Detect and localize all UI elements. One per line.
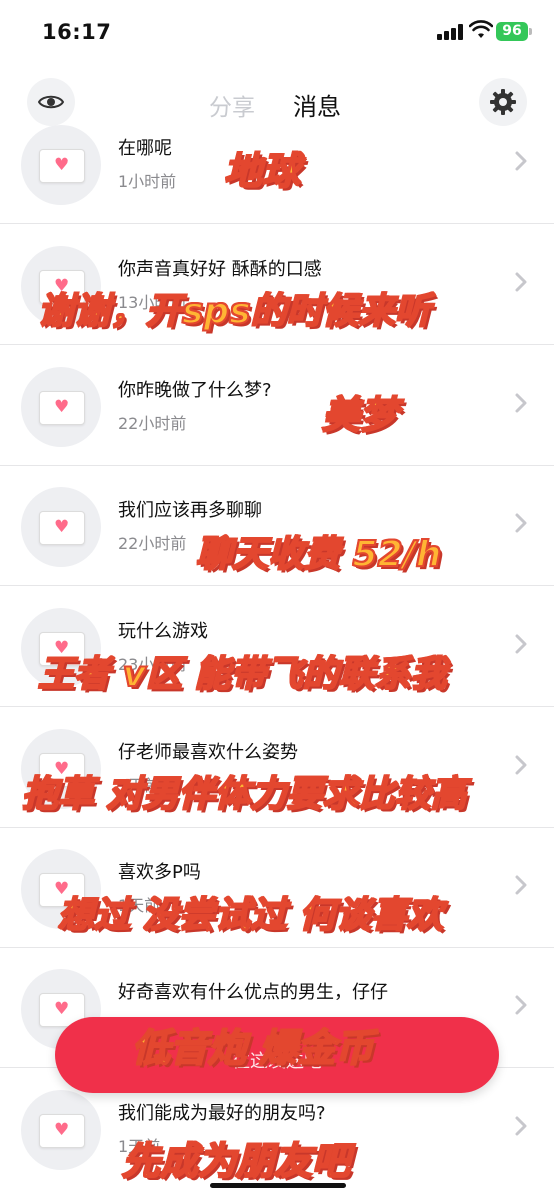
answer-caption: 抱草 对男伴体力要求比较高 xyxy=(21,773,468,816)
battery-cap xyxy=(529,28,532,35)
home-indicator xyxy=(210,1183,346,1188)
message-text: 仔老师最喜欢什么姿势 xyxy=(118,742,298,763)
chevron-right-icon xyxy=(515,995,527,1015)
message-text: 你声音真好好 酥酥的口感 xyxy=(118,259,322,280)
chevron-right-icon xyxy=(515,634,527,654)
envelope-heart-icon: ♥ xyxy=(39,391,85,425)
answer-caption: 先成为朋友吧 xyxy=(121,1138,351,1184)
answer-caption: 聊天收费 52/h xyxy=(195,533,442,576)
divider xyxy=(0,585,554,586)
envelope-heart-icon: ♥ xyxy=(39,1114,85,1148)
battery-indicator: 96 xyxy=(496,22,528,41)
answer-caption: 地球 xyxy=(223,148,301,194)
envelope-heart-icon: ♥ xyxy=(39,511,85,545)
avatar: ♥ xyxy=(21,367,101,447)
message-text: 我们能成为最好的朋友吗? xyxy=(118,1103,326,1124)
message-text: 喜欢多P吗 xyxy=(118,862,201,883)
message-text: 玩什么游戏 xyxy=(118,621,208,642)
chevron-right-icon xyxy=(515,1116,527,1136)
message-row[interactable]: ♥ 你昨晚做了什么梦? 22小时前 xyxy=(0,346,554,466)
answer-caption: 低音炮 爆金币 xyxy=(131,1025,374,1071)
status-bar: 16:17 96 xyxy=(0,0,554,64)
chevron-right-icon xyxy=(515,151,527,171)
message-text: 我们应该再多聊聊 xyxy=(118,500,262,521)
message-time: 22小时前 xyxy=(118,414,187,433)
answer-caption: 谢谢，开sps的时候来听 xyxy=(37,290,432,333)
answer-caption: 王者 v区 能带飞的联系我 xyxy=(37,653,448,696)
divider xyxy=(0,223,554,224)
divider xyxy=(0,706,554,707)
chevron-right-icon xyxy=(515,755,527,775)
message-text: 在哪呢 xyxy=(118,138,172,159)
avatar: ♥ xyxy=(21,487,101,567)
answer-caption: 美梦 xyxy=(321,392,399,438)
message-time: 22小时前 xyxy=(118,534,187,553)
answer-caption: 想过 没尝试过 何谈喜欢 xyxy=(57,894,444,937)
envelope-heart-icon: ♥ xyxy=(39,149,85,183)
chevron-right-icon xyxy=(515,393,527,413)
cellular-signal-icon xyxy=(437,24,463,40)
chevron-right-icon xyxy=(515,875,527,895)
status-time: 16:17 xyxy=(42,20,112,44)
message-text: 好奇喜欢有什么优点的男生，仔仔 xyxy=(118,982,388,1003)
avatar: ♥ xyxy=(21,125,101,205)
chevron-right-icon xyxy=(515,513,527,533)
message-time: 1小时前 xyxy=(118,172,177,191)
avatar: ♥ xyxy=(21,1090,101,1170)
divider xyxy=(0,344,554,345)
chevron-right-icon xyxy=(515,272,527,292)
wifi-icon xyxy=(469,20,493,38)
message-text: 你昨晚做了什么梦? xyxy=(118,380,272,401)
